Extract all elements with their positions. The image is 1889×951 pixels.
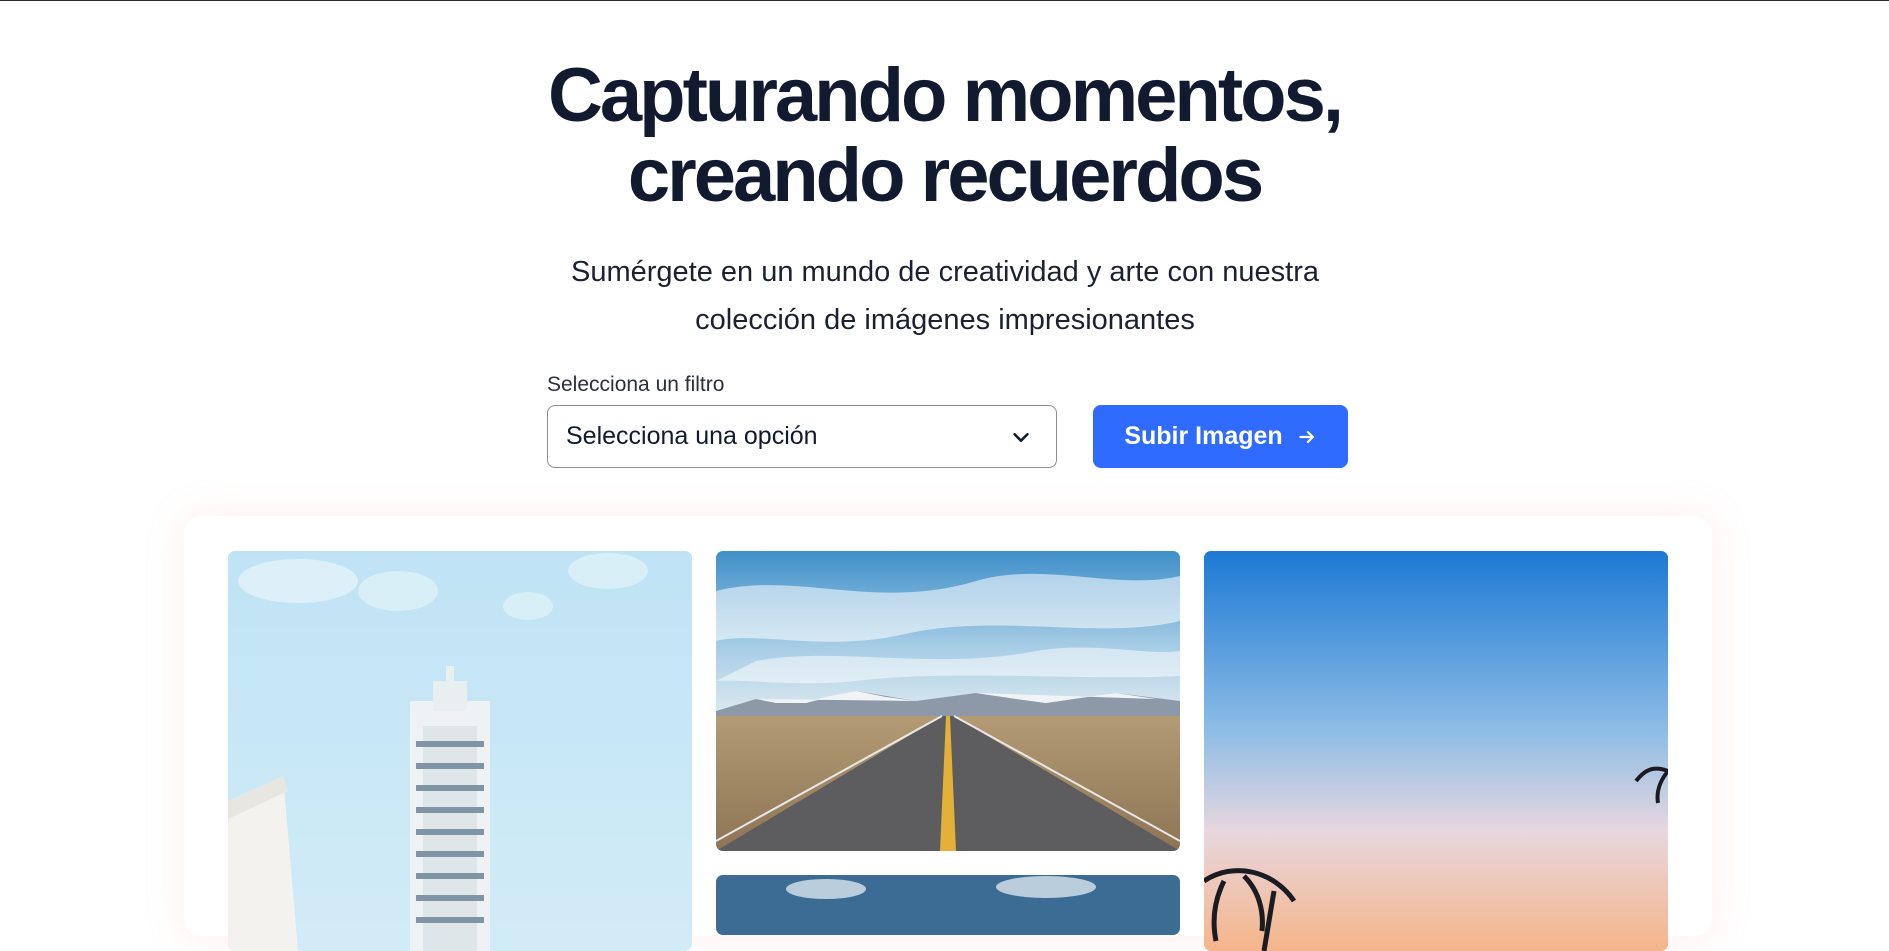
city-tower-photo[interactable] xyxy=(228,551,692,951)
page-subtitle: Sumérgete en un mundo de creatividad y a… xyxy=(545,248,1345,344)
road-sky-photo[interactable] xyxy=(716,875,1180,935)
arrow-right-icon xyxy=(1298,430,1314,443)
subtitle-line-1: Sumérgete en un mundo de creatividad y a… xyxy=(570,256,1319,288)
chevron-down-icon xyxy=(1013,432,1029,442)
filter-label: Selecciona un filtro xyxy=(547,373,725,396)
subtitle-line-2: colección de imágenes impresionantes xyxy=(695,304,1195,336)
sunset-palms-photo[interactable] xyxy=(1204,551,1668,951)
filter-select-value: Selecciona una opción xyxy=(566,422,818,450)
top-border xyxy=(0,0,1889,1)
filter-select[interactable]: Selecciona una opción xyxy=(547,405,1057,468)
upload-image-button[interactable]: Subir Imagen xyxy=(1093,405,1348,468)
desert-road-photo[interactable] xyxy=(716,551,1180,851)
upload-button-label: Subir Imagen xyxy=(1124,422,1283,450)
title-line-2: creando recuerdos xyxy=(627,133,1264,218)
title-line-1: Capturando momentos, xyxy=(548,53,1344,138)
page-title: Capturando momentos, creando recuerdos xyxy=(0,56,1889,216)
